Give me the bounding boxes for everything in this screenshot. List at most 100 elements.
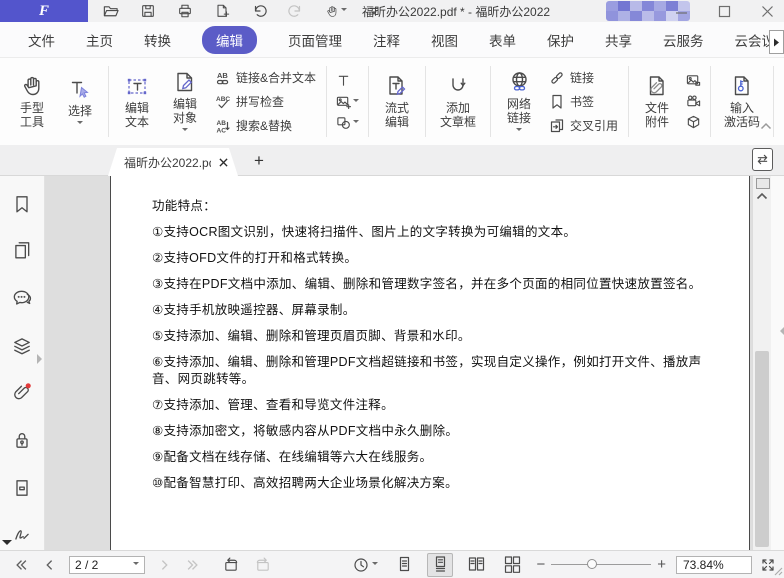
hand-tool-quick-button[interactable] xyxy=(325,4,347,19)
close-tab-icon[interactable] xyxy=(219,158,228,167)
destinations-panel-icon[interactable] xyxy=(12,478,32,498)
hand-tool-button[interactable]: 手型工具 xyxy=(8,58,56,145)
last-page-button[interactable] xyxy=(185,558,200,572)
tab-page-management[interactable]: 页面管理 xyxy=(288,26,342,54)
insert-3d-button[interactable] xyxy=(686,115,701,130)
chevron-down-icon xyxy=(353,99,359,105)
tab-file[interactable]: 文件 xyxy=(28,26,55,54)
close-button[interactable] xyxy=(761,5,774,18)
tab-form[interactable]: 表单 xyxy=(489,26,516,54)
resize-grip[interactable] xyxy=(769,562,783,576)
document-tab[interactable]: 福昕办公2022.pdf * xyxy=(108,148,238,176)
scroll-up-arrow[interactable] xyxy=(756,192,768,200)
first-page-button[interactable] xyxy=(14,558,29,572)
comments-panel-icon[interactable] xyxy=(12,288,32,308)
cross-reference-button[interactable]: 交叉引用 xyxy=(549,117,618,134)
single-page-view-button[interactable] xyxy=(391,553,417,577)
bookmark-icon xyxy=(549,94,565,110)
flow-edit-button[interactable]: 流式编辑 xyxy=(373,58,421,145)
link-merge-label: 链接&合并文本 xyxy=(236,69,316,86)
tab-edit-active[interactable]: 编辑 xyxy=(202,26,257,54)
doc-line: ③支持在PDF文档中添加、编辑、删除和管理数字签名，并在多个页面的相同位置快速放… xyxy=(152,276,713,293)
bookmark-button[interactable]: 书签 xyxy=(549,93,618,110)
ribbon-toolbar: 手型工具 选择 编辑文本 编辑对象 AB 链接&合并文本 ABC 拼写检查 AB… xyxy=(0,58,784,145)
select-label: 选择 xyxy=(68,104,92,118)
link-button[interactable]: 链接 xyxy=(549,69,618,86)
edit-object-button[interactable]: 编辑对象 xyxy=(161,58,209,145)
link-merge-text-button[interactable]: AB 链接&合并文本 xyxy=(215,69,316,86)
layers-panel-icon[interactable] xyxy=(12,336,32,356)
chevron-down-icon xyxy=(133,562,139,568)
edit-text-button[interactable]: 编辑文本 xyxy=(113,58,161,145)
clock-icon[interactable] xyxy=(353,557,378,573)
tab-home[interactable]: 主页 xyxy=(86,26,113,54)
new-document-icon[interactable] xyxy=(214,3,230,19)
undo-icon[interactable] xyxy=(251,3,267,19)
svg-text:ABC: ABC xyxy=(216,96,230,103)
tab-cloud-service[interactable]: 云服务 xyxy=(663,26,704,54)
tab-view[interactable]: 视图 xyxy=(431,26,458,54)
add-article-box-button[interactable]: 添加文章框 xyxy=(430,58,486,145)
more-panels-icon[interactable] xyxy=(2,540,12,550)
pdf-page[interactable]: 功能特点： ①支持OCR图文识别，快速将扫描件、图片上的文字转换为可编辑的文本。… xyxy=(110,176,750,550)
ribbon-text-tools-list: AB 链接&合并文本 ABC 拼写检查 ABAC 搜索&替换 xyxy=(209,58,322,145)
spell-check-button[interactable]: ABC 拼写检查 xyxy=(215,93,316,110)
add-text-button[interactable] xyxy=(336,73,359,88)
right-panel-strip xyxy=(771,176,784,550)
zoom-value-box[interactable]: 73.84% xyxy=(676,556,752,574)
next-view-button[interactable] xyxy=(254,556,272,573)
search-replace-button[interactable]: ABAC 搜索&替换 xyxy=(215,117,316,134)
article-box-label: 添加 xyxy=(440,101,476,115)
tab-protect[interactable]: 保护 xyxy=(547,26,574,54)
page-thumbnails-panel-icon[interactable] xyxy=(12,240,32,260)
title-bar: F 福昕办公2022.pdf * - 福昕办公2022 xyxy=(0,0,784,22)
insert-image-button[interactable] xyxy=(686,73,701,88)
zoom-slider-thumb[interactable] xyxy=(587,559,597,569)
attachments-panel-icon[interactable] xyxy=(12,382,32,402)
signature-panel-icon[interactable] xyxy=(12,524,32,544)
facing-view-button[interactable] xyxy=(463,553,489,577)
zoom-slider-track[interactable] xyxy=(551,564,651,565)
tab-comment[interactable]: 注释 xyxy=(373,26,400,54)
print-icon[interactable] xyxy=(177,3,193,19)
zoom-in-button[interactable]: + xyxy=(657,557,666,572)
ribbon-insert-mini-column xyxy=(331,58,364,145)
tab-convert[interactable]: 转换 xyxy=(144,26,171,54)
swap-view-button[interactable] xyxy=(752,148,773,171)
zoom-out-button[interactable]: − xyxy=(536,557,545,572)
menu-overflow-button[interactable] xyxy=(769,30,784,54)
activation-code-button[interactable]: 输入激活码 xyxy=(715,58,769,145)
vertical-scrollbar[interactable] xyxy=(752,176,771,550)
redo-icon[interactable] xyxy=(288,3,304,19)
new-tab-button[interactable]: + xyxy=(248,150,270,172)
continuous-view-button[interactable] xyxy=(427,553,453,577)
open-file-icon[interactable] xyxy=(102,3,119,20)
facing-continuous-view-button[interactable] xyxy=(499,553,525,577)
tab-share[interactable]: 共享 xyxy=(605,26,632,54)
file-attachment-button[interactable]: 文件附件 xyxy=(633,58,681,145)
web-link-button[interactable]: 网络链接 xyxy=(495,58,543,145)
maximize-button[interactable] xyxy=(718,5,731,18)
add-image-button[interactable] xyxy=(336,94,359,109)
expand-sidebar-handle[interactable] xyxy=(37,354,47,364)
page-number-box[interactable]: 2 / 2 xyxy=(69,556,145,574)
edit-object-label: 编辑 xyxy=(173,97,197,111)
previous-page-button[interactable] xyxy=(43,558,55,572)
insert-video-button[interactable] xyxy=(686,94,701,109)
scrollbar-thumb[interactable] xyxy=(755,351,769,547)
save-icon[interactable] xyxy=(140,3,156,19)
bookmarks-panel-icon[interactable] xyxy=(12,194,32,214)
minimize-button[interactable] xyxy=(675,5,688,18)
scrollbar-split-box[interactable] xyxy=(756,178,770,189)
select-tool-button[interactable]: 选择 xyxy=(56,58,104,145)
security-panel-icon[interactable] xyxy=(12,430,32,450)
expand-right-panel-handle[interactable] xyxy=(775,326,784,336)
add-shape-button[interactable] xyxy=(336,115,359,130)
previous-view-button[interactable] xyxy=(222,556,240,573)
collapse-ribbon-button[interactable] xyxy=(760,122,772,130)
link-merge-icon: AB xyxy=(215,70,231,86)
next-page-button[interactable] xyxy=(159,558,171,572)
zoom-slider: − + xyxy=(536,557,666,572)
app-logo[interactable]: F xyxy=(0,0,88,22)
doc-line: ①支持OCR图文识别，快速将扫描件、图片上的文字转换为可编辑的文本。 xyxy=(152,224,713,241)
